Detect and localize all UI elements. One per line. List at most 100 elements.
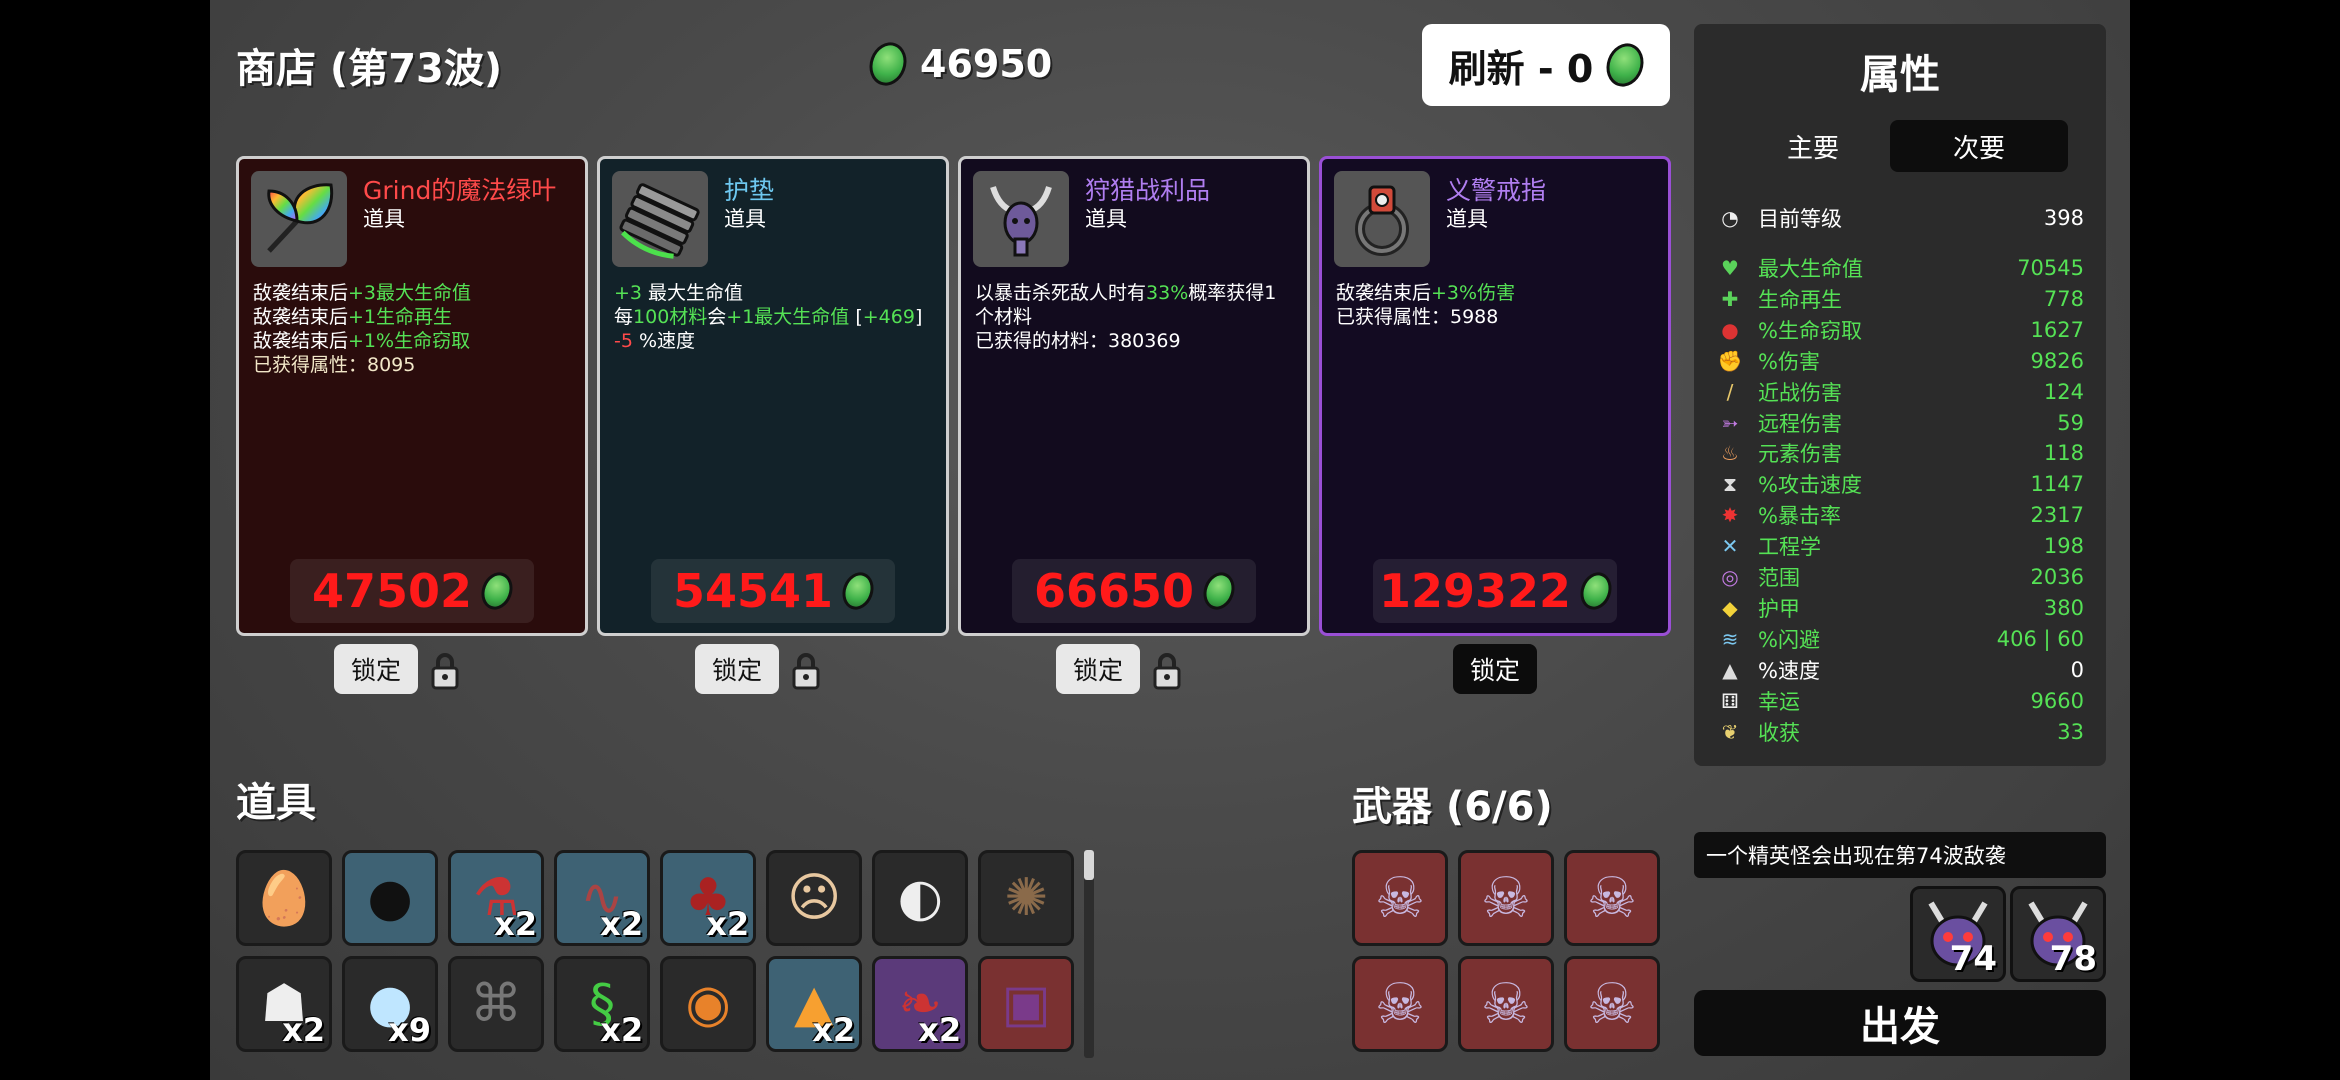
desc-extra: 已获得属性：5988	[1336, 306, 1499, 328]
item-count: x2	[282, 1011, 325, 1049]
stat-row: ● %生命窃取 1627	[1716, 316, 2084, 344]
tab-primary[interactable]: 主要	[1724, 120, 1902, 172]
desc-highlight: +1%生命窃取	[348, 330, 471, 352]
stat-name: %伤害	[1758, 349, 1820, 374]
item-slot[interactable]: ●	[342, 850, 439, 946]
desc-text: [	[849, 306, 863, 328]
shop-item-card-3[interactable]: 狩猎战利品 道具 以暴击杀死敌人时有33%概率获得1个材料 已获得的材料：380…	[958, 156, 1310, 636]
desc-extra: 已获得的材料：380369	[975, 330, 1181, 352]
shop-screen: 商店 (第73波) 46950 刷新 - 0 Grind的魔法绿叶 道具 敌袭结…	[210, 0, 2130, 1080]
level-icon: ◔	[1721, 206, 1739, 230]
stat-row: ♨ 元素伤害 118	[1716, 439, 2084, 467]
lock-button-1[interactable]: 锁定	[334, 644, 418, 694]
lock-button-3[interactable]: 锁定	[1056, 644, 1140, 694]
item-price: 66650	[1033, 564, 1195, 618]
pumpkin-icon: ◉	[685, 974, 731, 1034]
material-coin-icon	[1575, 568, 1617, 614]
weapon-slot[interactable]: ☠	[1564, 850, 1660, 946]
item-slot[interactable]: ⚗ x2	[448, 850, 545, 946]
price-box[interactable]: 66650	[1012, 559, 1256, 623]
weapon-slot[interactable]: ☠	[1352, 850, 1448, 946]
stat-value: 9826	[2030, 348, 2084, 373]
item-count: x2	[918, 1011, 962, 1049]
stat-value: 778	[2043, 286, 2084, 311]
stat-name: %暴击率	[1758, 504, 1841, 529]
material-coin-icon	[476, 568, 518, 614]
item-slot[interactable]: ✺	[978, 850, 1075, 946]
shop-item-card-4[interactable]: 义警戒指 道具 敌袭结束后+3%伤害 已获得属性：5988 129322	[1319, 156, 1671, 636]
item-slot[interactable]: ❧ x2	[872, 956, 969, 1052]
material-coin-icon	[837, 568, 879, 614]
padding-icon	[612, 171, 708, 267]
stat-row: ➳ 远程伤害 59	[1716, 409, 2084, 437]
stat-row: ✕ 工程学 198	[1716, 532, 2084, 560]
desc-highlight: +1最大生命值	[726, 306, 850, 328]
desc-text: 敌袭结束后	[253, 306, 349, 328]
shop-item-card-1[interactable]: Grind的魔法绿叶 道具 敌袭结束后+3最大生命值 敌袭结束后+1生命再生 敌…	[236, 156, 588, 636]
item-price: 47502	[311, 564, 473, 618]
tooth-icon: ◐	[897, 868, 943, 928]
desc-highlight: +3	[614, 282, 643, 304]
item-slot[interactable]: ▣	[978, 956, 1075, 1052]
stat-row: ✚ 生命再生 778	[1716, 285, 2084, 313]
item-slot[interactable]: ☹	[766, 850, 863, 946]
item-slot[interactable]: ⌘	[448, 956, 545, 1052]
item-description: 以暴击杀死敌人时有33%概率获得1个材料 已获得的材料：380369	[975, 281, 1293, 353]
item-slot[interactable]: ▲ x2	[766, 956, 863, 1052]
lock-button-2[interactable]: 锁定	[695, 644, 779, 694]
item-price: 54541	[672, 564, 834, 618]
material-coin-icon	[1198, 568, 1240, 614]
stats-title: 属性	[1860, 52, 1940, 98]
weapon-slot[interactable]: ☠	[1352, 956, 1448, 1052]
armor-icon: ◆	[1722, 595, 1738, 620]
refresh-button[interactable]: 刷新 - 0	[1422, 24, 1670, 106]
stat-name: 远程伤害	[1758, 411, 1842, 436]
stat-row: ◔ 目前等级 398	[1716, 204, 2084, 232]
tab-secondary[interactable]: 次要	[1890, 120, 2068, 172]
desc-highlight: +3%伤害	[1431, 282, 1516, 304]
item-slot[interactable]: ∿ x2	[554, 850, 651, 946]
vigilante-ring-icon	[1334, 171, 1430, 267]
price-box[interactable]: 47502	[290, 559, 534, 623]
stat-name: 生命再生	[1758, 287, 1842, 312]
item-slot[interactable]: 🥚	[236, 850, 332, 946]
stat-value: 0	[2070, 657, 2084, 682]
weapon-slot[interactable]: ☠	[1564, 956, 1660, 1052]
stat-row: ⧗ %攻击速度 1147	[1716, 470, 2084, 498]
stat-name: 范围	[1758, 566, 1800, 590]
item-slot[interactable]: ☗ x2	[236, 956, 332, 1052]
weapon-slot[interactable]: ☠	[1458, 956, 1554, 1052]
range-icon: ◎	[1721, 565, 1739, 589]
desc-text: %速度	[632, 330, 696, 352]
item-slot[interactable]: ● x9	[342, 956, 439, 1052]
item-slot[interactable]: ◐	[872, 850, 969, 946]
skull-wrench-icon: ☠	[1586, 971, 1638, 1037]
item-slot[interactable]: ◉	[660, 956, 757, 1052]
item-name: Grind的魔法绿叶	[363, 176, 557, 205]
item-type: 道具	[363, 207, 405, 231]
items-scrollbar-thumb[interactable]	[1084, 850, 1094, 880]
stat-row: ▲ %速度 0	[1716, 656, 2084, 684]
item-count: x2	[600, 905, 644, 943]
stats-panel: 属性 主要 次要 ◔ 目前等级 398 ♥ 最大生命值 70545 ✚ 生命再生 778 ● %生命…	[1694, 24, 2106, 766]
skull-wrench-icon: ☠	[1374, 865, 1426, 931]
item-slot[interactable]: § x2	[554, 956, 651, 1052]
material-coin-icon	[863, 37, 913, 91]
enemy-slot-1: 74	[1910, 886, 2006, 982]
desc-text: 最大生命值	[642, 282, 744, 304]
lock-button-4[interactable]: 锁定	[1453, 644, 1537, 694]
stat-name: %攻击速度	[1758, 473, 1862, 498]
bombs-icon: ●	[367, 868, 413, 928]
go-button[interactable]: 出发	[1694, 990, 2106, 1056]
items-scrollbar[interactable]	[1084, 850, 1094, 1058]
price-box[interactable]: 54541	[651, 559, 895, 623]
gold-amount: 46950	[920, 42, 1053, 86]
stat-value: 9660	[2030, 688, 2084, 713]
shop-item-card-2[interactable]: 护垫 道具 +3 最大生命值 每100材料会+1最大生命值 [+469] -5 …	[597, 156, 949, 636]
ranged-icon: ➳	[1721, 410, 1739, 435]
item-slot[interactable]: ♣ x2	[660, 850, 757, 946]
stat-value: 380	[2043, 595, 2084, 620]
speed-icon: ▲	[1722, 657, 1738, 682]
price-box[interactable]: 129322	[1373, 559, 1617, 623]
weapon-slot[interactable]: ☠	[1458, 850, 1554, 946]
